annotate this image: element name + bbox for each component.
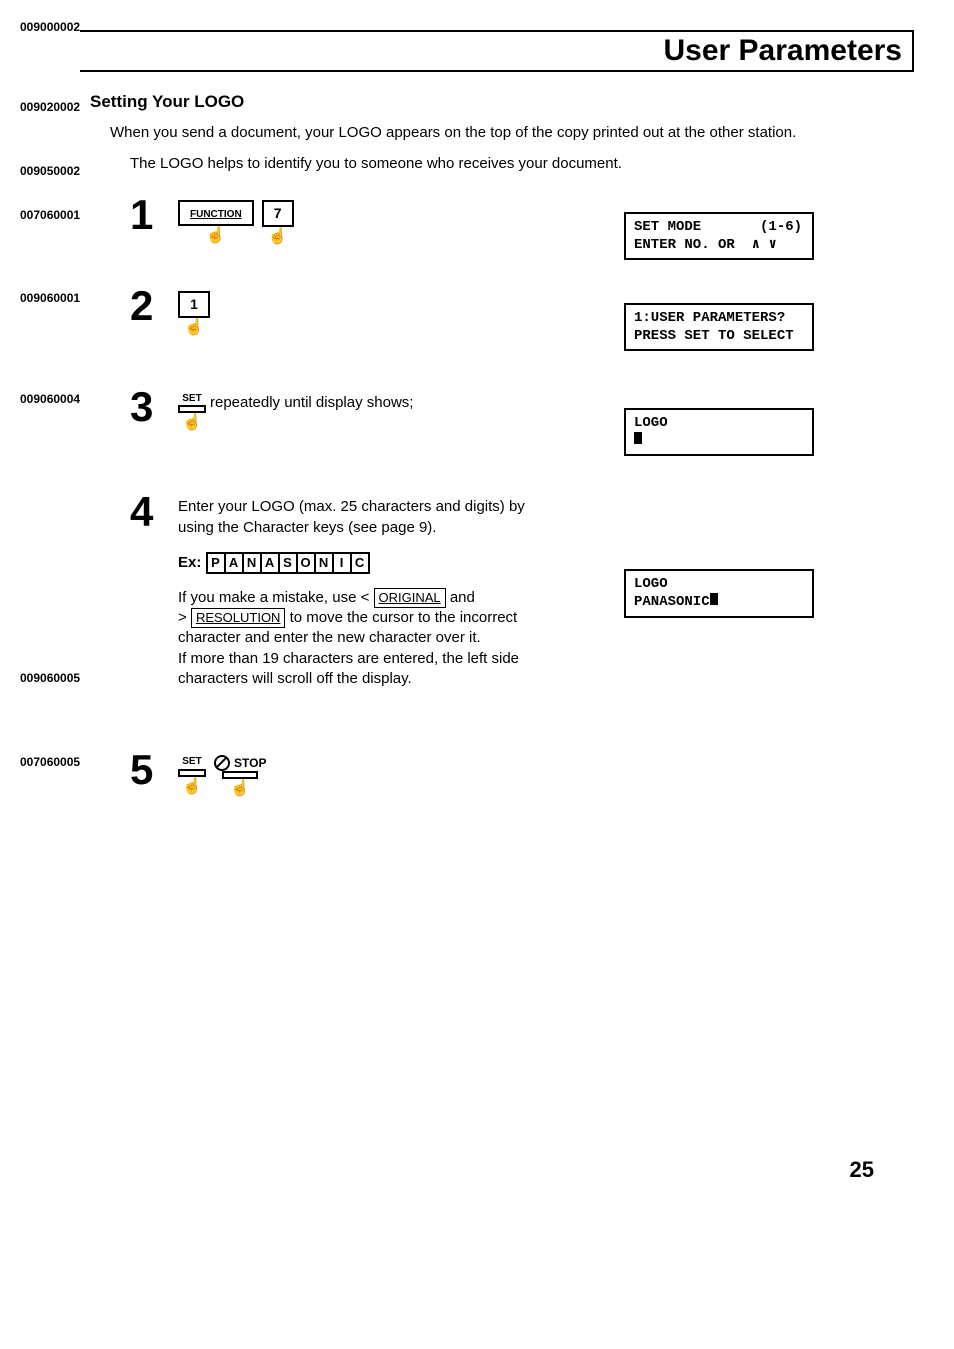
code-step4b: 009060005	[20, 671, 80, 685]
set-key-label: SET	[182, 755, 201, 769]
step-number-4: 4	[130, 491, 178, 533]
function-key: FUNCTION ☝	[178, 200, 254, 244]
cursor-icon	[710, 593, 718, 605]
char-key: N	[242, 552, 262, 574]
example-char-row: PANASONIC	[206, 554, 368, 571]
display-step3: LOGO	[624, 408, 814, 456]
section-heading: Setting Your LOGO	[90, 92, 914, 112]
resolution-key-label: RESOLUTION	[191, 608, 286, 628]
char-key: P	[206, 552, 226, 574]
pointer-icon: ☝	[230, 781, 250, 797]
key-1: 1 ☝	[178, 291, 210, 336]
display-step4: LOGO PANASONIC	[624, 569, 814, 617]
step4-text1: Enter your LOGO (max. 25 characters and …	[178, 497, 558, 538]
display-step2: 1:USER PARAMETERS? PRESS SET TO SELECT	[624, 303, 814, 351]
char-key: A	[260, 552, 280, 574]
intro-line-2: The LOGO helps to identify you to someon…	[130, 153, 914, 174]
step4-text2c: >	[178, 609, 191, 626]
code-step3: 009060004	[20, 392, 80, 406]
step4-text2a: If you make a mistake, use <	[178, 589, 374, 606]
function-key-label: FUNCTION	[190, 209, 242, 220]
pointer-icon: ☝	[182, 415, 202, 431]
step4-text2b: and	[450, 589, 475, 606]
step-number-5: 5	[130, 749, 178, 791]
stop-key-label: STOP	[234, 755, 266, 771]
key-1-label: 1	[178, 291, 210, 318]
intro-line-1: When you send a document, your LOGO appe…	[110, 122, 914, 143]
char-key: I	[332, 552, 352, 574]
step4-text3: If more than 19 characters are entered, …	[178, 649, 558, 690]
pointer-icon: ☝	[182, 779, 202, 795]
char-key: A	[224, 552, 244, 574]
pointer-icon: ☝	[268, 229, 288, 245]
display-step1: SET MODE (1-6) ENTER NO. OR ∧ ∨	[624, 212, 814, 260]
code-step5: 007060005	[20, 755, 80, 769]
pointer-icon: ☝	[184, 320, 204, 336]
step3-text: repeatedly until display shows;	[210, 393, 413, 431]
example-label: Ex:	[178, 554, 201, 571]
step-number-1: 1	[130, 194, 178, 236]
code-step2: 009060001	[20, 291, 80, 305]
title-bar: User Parameters	[80, 30, 914, 72]
step-number-2: 2	[130, 285, 178, 327]
char-key: C	[350, 552, 370, 574]
char-key: S	[278, 552, 298, 574]
set-key: SET ☝	[178, 392, 206, 432]
char-key: O	[296, 552, 316, 574]
step-number-3: 3	[130, 386, 178, 428]
code-intro2: 009050002	[20, 164, 80, 178]
page-title: User Parameters	[80, 32, 908, 70]
stop-key: STOP ☝	[214, 755, 266, 797]
key-7-label: 7	[262, 200, 294, 227]
original-key-label: ORIGINAL	[374, 588, 446, 608]
page-number: 25	[20, 1157, 874, 1183]
stop-icon	[214, 755, 230, 771]
set-key: SET ☝	[178, 755, 206, 795]
cursor-icon	[634, 432, 642, 444]
key-7: 7 ☝	[262, 200, 294, 245]
code-step1: 007060001	[20, 208, 80, 222]
char-key: N	[314, 552, 334, 574]
pointer-icon: ☝	[206, 228, 226, 244]
set-key-label: SET	[182, 392, 201, 406]
code-section: 009020002	[20, 100, 80, 114]
